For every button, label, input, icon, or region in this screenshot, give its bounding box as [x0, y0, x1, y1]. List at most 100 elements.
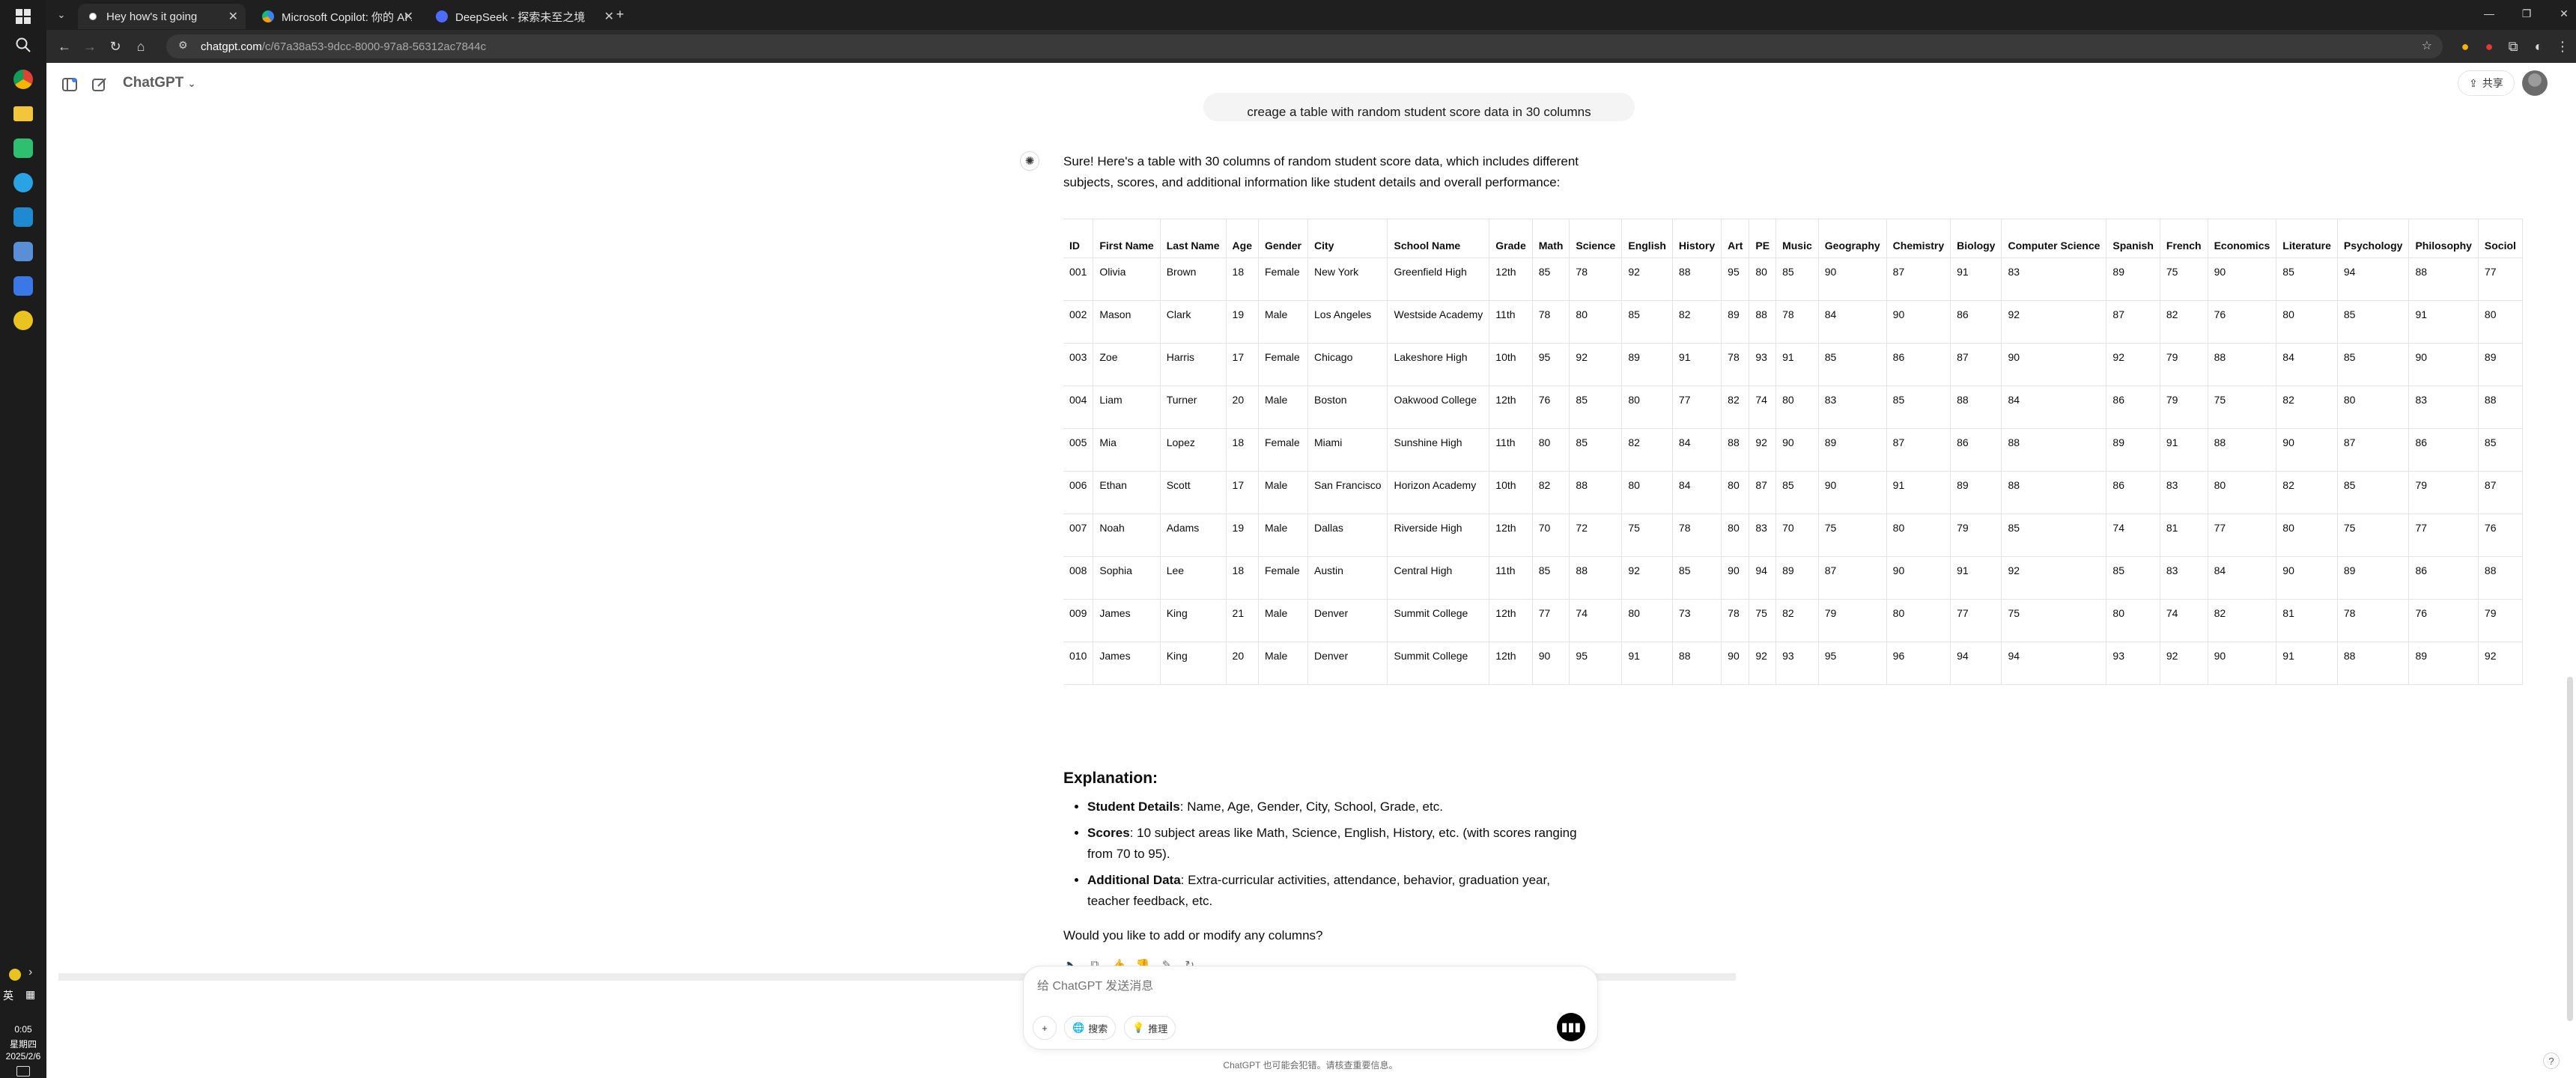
table-cell: Mason	[1093, 300, 1161, 344]
notification-icon[interactable]	[16, 1066, 30, 1077]
table-cell: 21	[1225, 599, 1259, 642]
home-icon[interactable]: ⌂	[132, 39, 150, 54]
table-cell: 80	[1886, 599, 1951, 642]
vscode-app-icon[interactable]	[8, 202, 38, 232]
table-cell: 19	[1225, 514, 1259, 557]
back-icon[interactable]: ←	[55, 39, 73, 54]
table-cell: 79	[2477, 599, 2523, 642]
address-bar[interactable]: ⚙ chatgpt.com/c/67a38a53-9dcc-8000-97a8-…	[166, 34, 2443, 58]
table-cell: 88	[2336, 642, 2410, 685]
table-cell: 11th	[1489, 556, 1533, 600]
table-cell: 85	[1569, 386, 1623, 429]
table-row: 007 Noah Adams 19 Male Dallas Riverside High 12…	[1063, 514, 2523, 557]
table-cell: Zoe	[1093, 343, 1161, 386]
tab-deepseek[interactable]: DeepSeek - 探索未至之境 ✕	[427, 4, 622, 29]
table-cell: 80	[2207, 471, 2277, 514]
table-cell: Male	[1257, 599, 1309, 642]
table-cell: 89	[2477, 343, 2523, 386]
avatar[interactable]	[2522, 70, 2548, 96]
search-icon[interactable]	[8, 30, 38, 60]
close-window-icon[interactable]: ✕	[2555, 6, 2573, 21]
tray-app-icon[interactable]	[9, 969, 21, 981]
ime-mode-icon[interactable]: ▦	[25, 988, 35, 1001]
table-cell: Boston	[1307, 386, 1388, 429]
model-selector[interactable]: ChatGPT ⌄	[123, 75, 195, 91]
sidebar-toggle-icon[interactable]	[60, 76, 79, 96]
attach-button[interactable]: +	[1033, 1016, 1057, 1040]
table-cell: 79	[2159, 343, 2208, 386]
table-cell: New York	[1307, 258, 1388, 301]
message-input[interactable]	[1037, 980, 1561, 993]
extension-icon[interactable]: ●	[2456, 39, 2474, 54]
list-item: Additional Data: Extra-curricular activi…	[1087, 870, 1589, 912]
voice-mode-button[interactable]: ▮▮▮	[1557, 1013, 1585, 1041]
table-cell: 80	[1721, 471, 1750, 514]
reason-button[interactable]: 💡 推理	[1124, 1016, 1176, 1040]
table-cell: 90	[1775, 428, 1819, 472]
telegram-app-icon[interactable]	[8, 168, 38, 198]
table-cell: 82	[1531, 471, 1570, 514]
new-tab-icon[interactable]: +	[611, 7, 629, 22]
table-cell: 12th	[1489, 258, 1533, 301]
table-cell: Lee	[1159, 556, 1227, 600]
close-tab-icon[interactable]: ✕	[228, 9, 238, 24]
table-cell: 86	[2106, 386, 2160, 429]
table-cell: 84	[1671, 471, 1722, 514]
table-cell: 88	[2001, 428, 2107, 472]
table-cell: Westside Academy	[1387, 300, 1490, 344]
search-button[interactable]: 🌐 搜索	[1064, 1016, 1117, 1040]
bookmark-star-icon[interactable]: ☆	[2422, 38, 2432, 53]
table-cell: Horizon Academy	[1387, 471, 1490, 514]
minimize-icon[interactable]: —	[2480, 6, 2498, 21]
site-info-icon[interactable]: ⚙	[178, 39, 188, 52]
app-blue-icon[interactable]	[8, 271, 38, 301]
table-row: 003 Zoe Harris 17 Female Chicago Lakeshore Hig…	[1063, 343, 2523, 386]
table-row: 010 James King 20 Male Denver Summit College 12…	[1063, 642, 2523, 685]
forward-icon[interactable]: →	[81, 39, 99, 54]
tab-microsoft-copilot[interactable]: Microsoft Copilot: 你的 AI 助 ✕	[253, 4, 421, 29]
maximize-icon[interactable]: ❐	[2518, 6, 2536, 21]
new-chat-icon[interactable]	[90, 76, 109, 96]
share-label: 共享	[2482, 77, 2503, 89]
file-explorer-icon[interactable]	[8, 99, 38, 129]
table-cell: 11th	[1489, 300, 1533, 344]
table-cell: Scott	[1159, 471, 1227, 514]
table-cell: 89	[1817, 428, 1887, 472]
column-header: Sociol	[2477, 219, 2523, 258]
wps-app-icon[interactable]	[8, 133, 38, 163]
tab-hey-how-its-going[interactable]: Hey how's it going ✕	[78, 4, 246, 29]
table-cell: 90	[1817, 258, 1887, 301]
app-yellow-icon[interactable]	[8, 305, 38, 335]
table-cell: 84	[1817, 300, 1887, 344]
table-cell: 95	[1569, 642, 1623, 685]
tab-search-icon[interactable]: ⌄	[52, 7, 70, 22]
profile-icon[interactable]: ◐	[2530, 39, 2548, 54]
reload-icon[interactable]: ↻	[106, 39, 124, 54]
table-cell: 78	[1569, 258, 1623, 301]
table-cell: 86	[1950, 300, 2002, 344]
chrome-app-icon[interactable]	[8, 64, 38, 94]
table-cell: 78	[1671, 514, 1722, 557]
help-button[interactable]: ?	[2543, 1053, 2560, 1069]
table-cell: 12th	[1489, 642, 1533, 685]
clock-weekday: 星期四	[9, 1039, 37, 1050]
windows-start-icon[interactable]	[8, 1, 38, 31]
share-button[interactable]: ⇪ 共享	[2458, 70, 2515, 96]
close-tab-icon[interactable]: ✕	[404, 9, 413, 24]
message-composer: + 🌐搜索 💡推理 ▮▮▮	[1023, 966, 1598, 1050]
extension-icon[interactable]: ●	[2480, 39, 2498, 54]
app-window-icon[interactable]	[8, 237, 38, 267]
clock-time[interactable]: 0:05	[0, 1024, 46, 1035]
table-cell: 88	[1749, 300, 1777, 344]
table-cell: 89	[2106, 428, 2160, 472]
column-header: City	[1307, 219, 1388, 258]
table-cell: 76	[2408, 599, 2479, 642]
plus-icon: +	[1042, 1022, 1048, 1034]
ime-language[interactable]: 英	[3, 988, 13, 1003]
extensions-puzzle-icon[interactable]: ⧉	[2504, 39, 2522, 54]
chevron-down-icon: ⌄	[187, 78, 196, 89]
vertical-scrollbar[interactable]	[2567, 677, 2573, 1021]
chevron-right-icon[interactable]: ›	[28, 966, 32, 979]
chrome-menu-icon[interactable]: ⋮	[2554, 39, 2572, 54]
score-table-container[interactable]: ID First Name Last Name Age Gender City School…	[1063, 219, 2561, 755]
